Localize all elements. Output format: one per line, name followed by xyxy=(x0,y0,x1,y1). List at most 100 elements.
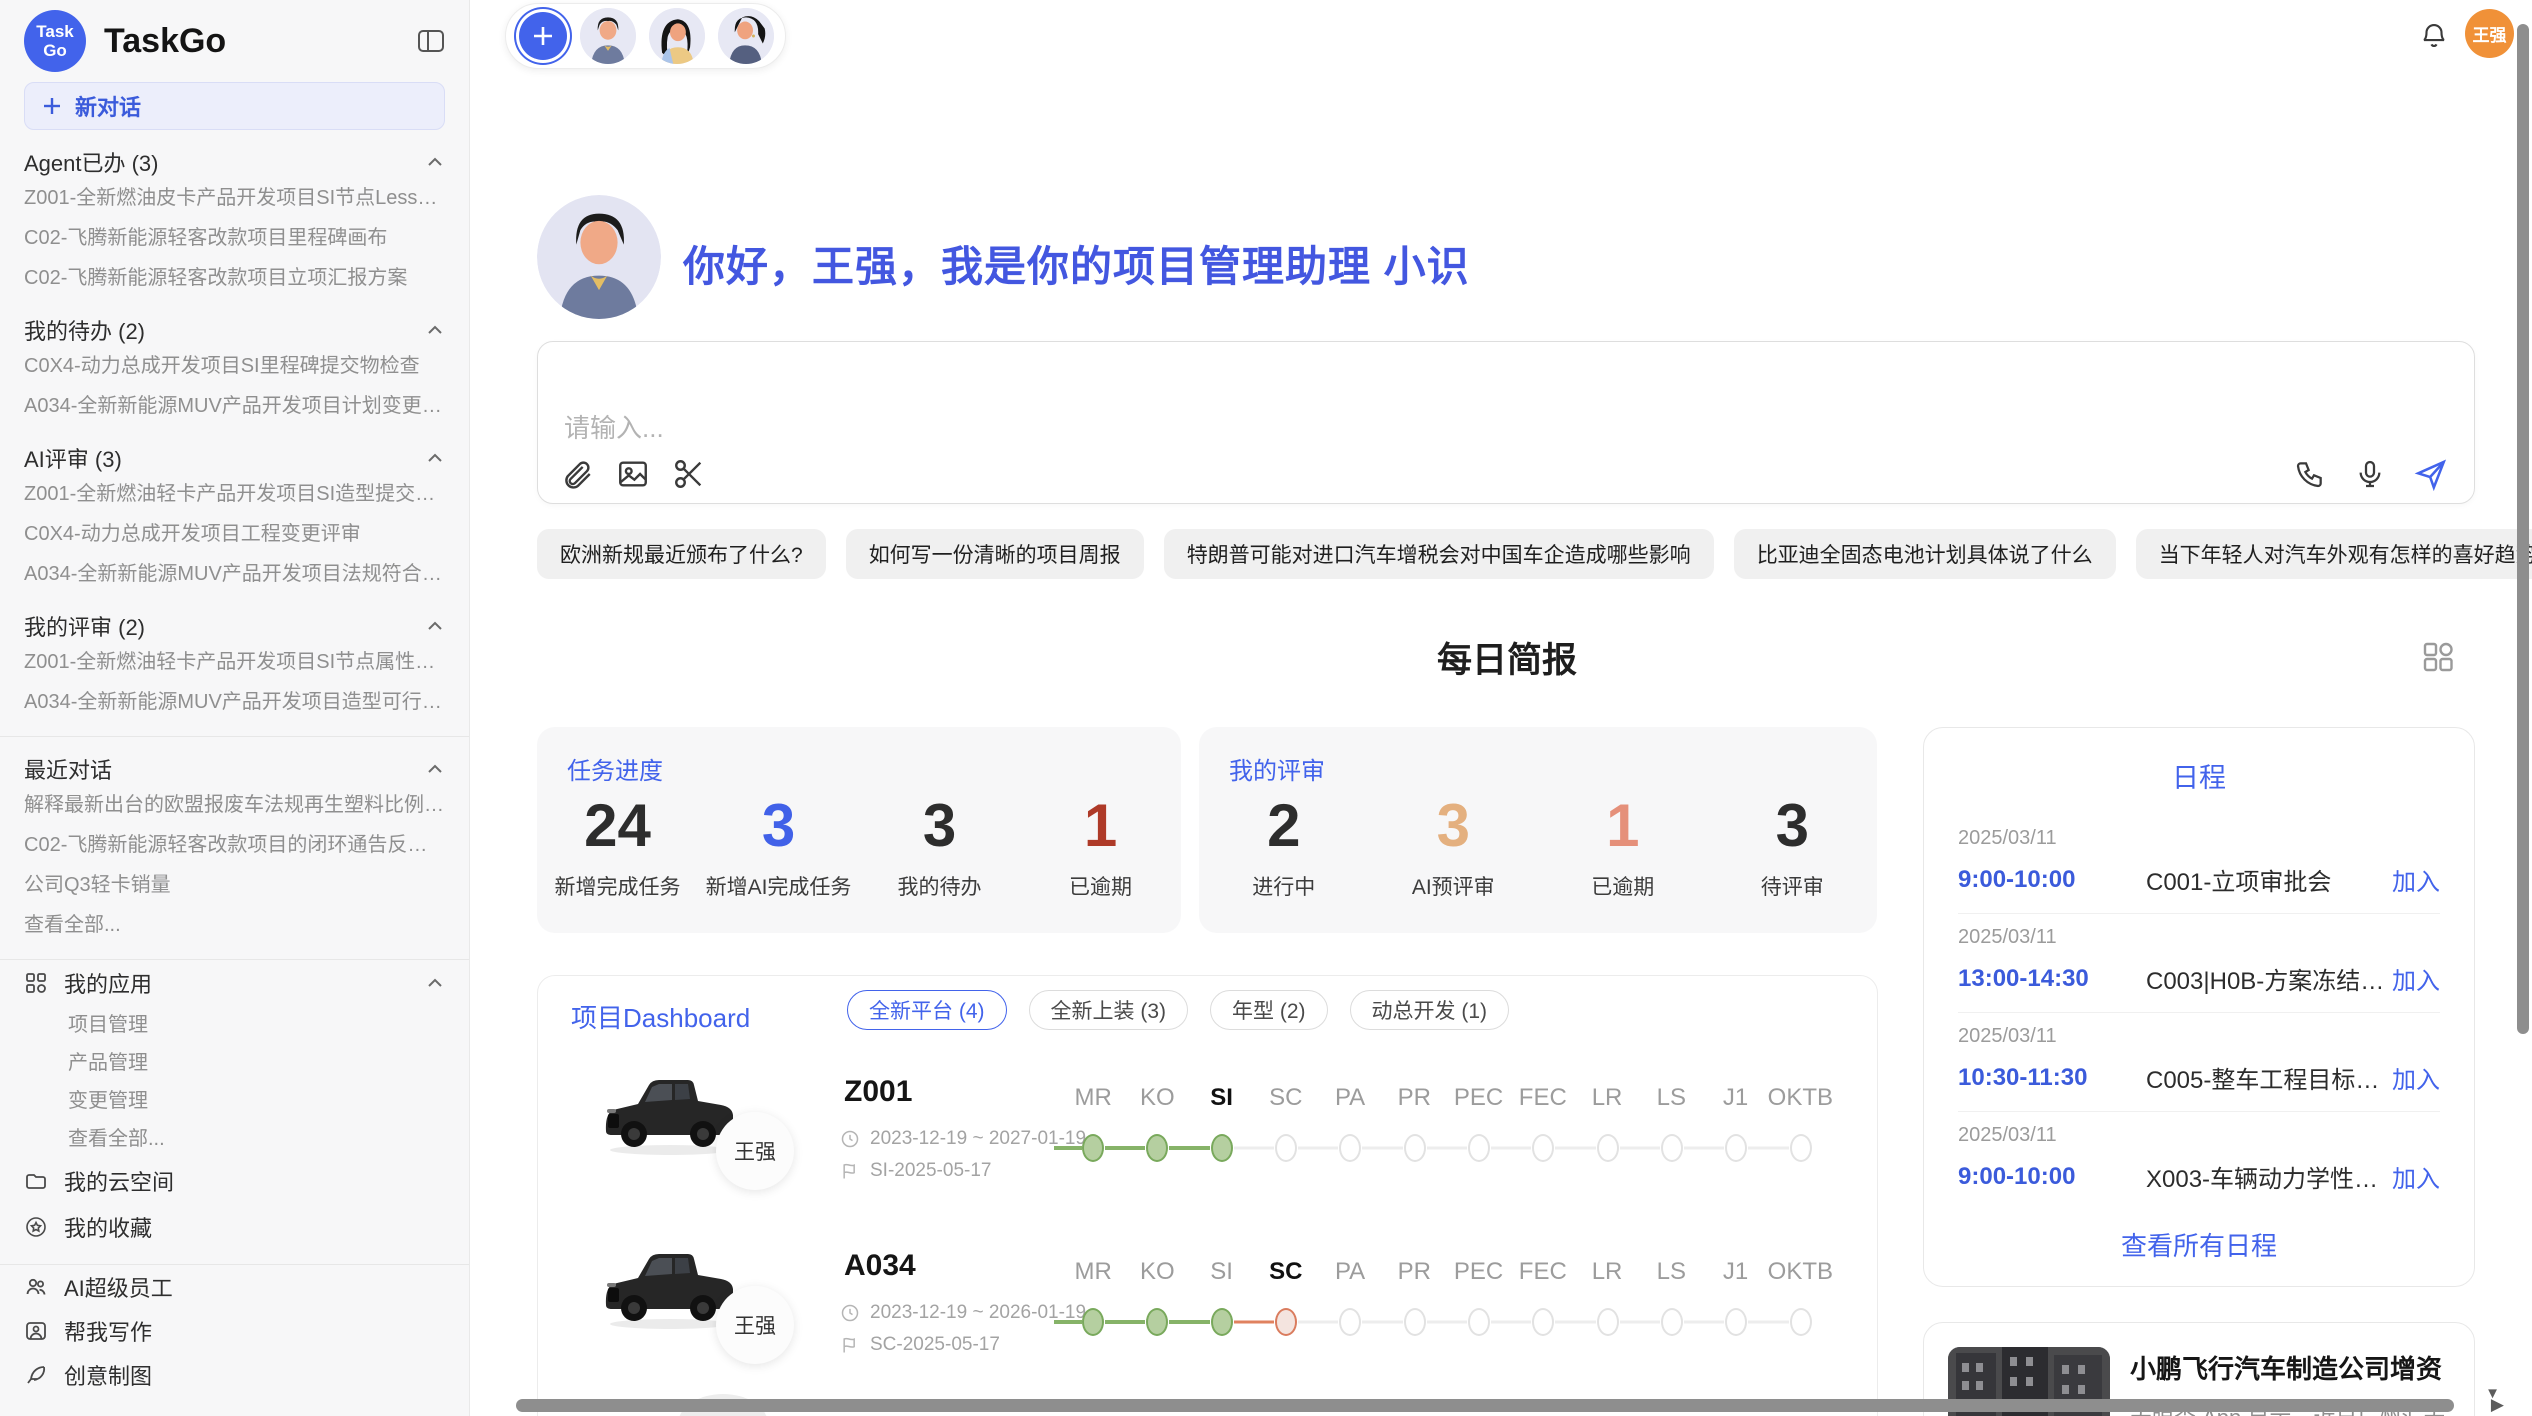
milestone-dot[interactable] xyxy=(1725,1134,1747,1162)
sidebar-app-subitem[interactable]: 产品管理 xyxy=(24,1044,445,1082)
milestone-dot[interactable] xyxy=(1146,1308,1168,1336)
sidebar-item-ai-employee[interactable]: AI超级员工 xyxy=(24,1265,445,1309)
project-row[interactable]: 王强 Z001 2023-12-19 ~ 2027-01-19 SI-2025-… xyxy=(538,1072,1877,1244)
milestone-dot[interactable] xyxy=(1339,1308,1361,1336)
stat: 3新增AI完成任务 xyxy=(698,793,859,901)
agent-avatar-2[interactable] xyxy=(649,8,705,64)
project-row[interactable]: 王强 A034 2023-12-19 ~ 2026-01-19 SC-2025-… xyxy=(538,1246,1877,1416)
notification-bell-icon[interactable] xyxy=(2419,20,2449,50)
chevron-up-icon[interactable] xyxy=(425,759,445,779)
milestone-dot[interactable] xyxy=(1790,1134,1812,1162)
sidebar-item[interactable]: Z001-全新燃油轻卡产品开发项目SI造型提交物评审 xyxy=(24,474,445,514)
sidebar-item[interactable]: 解释最新出台的欧盟报废车法规再生塑料比例被调至15%... xyxy=(24,785,445,825)
sidebar-item-cloud-space[interactable]: 我的云空间 xyxy=(24,1158,445,1204)
sidebar-app-subitem[interactable]: 查看全部... xyxy=(24,1120,445,1158)
sidebar-item-favorites[interactable]: 我的收藏 xyxy=(24,1204,445,1250)
milestone-label: SC xyxy=(1254,1258,1318,1286)
sidebar-item[interactable]: C02-飞腾新能源轻客改款项目里程碑画布 xyxy=(24,218,445,258)
send-icon[interactable] xyxy=(2414,457,2448,491)
chat-composer[interactable]: 请输入... xyxy=(537,341,2475,504)
milestone-dot[interactable] xyxy=(1661,1134,1683,1162)
milestone-dot[interactable] xyxy=(1082,1308,1104,1336)
sidebar-item[interactable]: C02-飞腾新能源轻客改款项目立项汇报方案 xyxy=(24,258,445,298)
sidebar-item-my-apps[interactable]: 我的应用 xyxy=(24,960,445,1006)
sidebar-item[interactable]: Z001-全新燃油轻卡产品开发项目SI节点属性5D文件评审 xyxy=(24,642,445,682)
milestone-dot[interactable] xyxy=(1211,1134,1233,1162)
suggestion-chip[interactable]: 欧洲新规最近颁布了什么? xyxy=(537,529,826,579)
project-dashboard-card: 项目Dashboard 全新平台 (4)全新上装 (3)年型 (2)动总开发 (… xyxy=(537,975,1878,1416)
milestone-track: MRKOSISCPAPRPECFECLRLSJ1OKTB xyxy=(1061,1084,1833,1164)
sidebar-collapse-icon[interactable] xyxy=(415,25,447,57)
milestone-dot[interactable] xyxy=(1468,1308,1490,1336)
milestone-dot[interactable] xyxy=(1404,1308,1426,1336)
new-chat-button[interactable]: 新对话 xyxy=(24,82,445,130)
sidebar-app-subitem[interactable]: 项目管理 xyxy=(24,1006,445,1044)
milestone-dot[interactable] xyxy=(1404,1134,1426,1162)
suggestion-chip[interactable]: 如何写一份清晰的项目周报 xyxy=(846,529,1144,579)
horizontal-scrollbar[interactable] xyxy=(516,1399,2454,1412)
image-icon[interactable] xyxy=(616,457,650,491)
suggestion-chip[interactable]: 当下年轻人对汽车外观有怎样的喜好趋势 xyxy=(2136,529,2532,579)
sidebar-item[interactable]: 查看全部... xyxy=(24,905,445,945)
dashboard-tab[interactable]: 年型 (2) xyxy=(1210,990,1328,1030)
my-reviews-title: 我的评审 xyxy=(1229,751,1325,786)
milestone-dot[interactable] xyxy=(1468,1134,1490,1162)
milestone-dot[interactable] xyxy=(1082,1134,1104,1162)
view-all-schedule-link[interactable]: 查看所有日程 xyxy=(1924,1226,2474,1263)
milestone-dot[interactable] xyxy=(1597,1308,1619,1336)
user-avatar[interactable]: 王强 xyxy=(2465,9,2514,58)
sidebar-item[interactable]: C0X4-动力总成开发项目工程变更评审 xyxy=(24,514,445,554)
paperclip-icon[interactable] xyxy=(560,457,594,491)
sidebar-item[interactable]: A034-全新新能源MUV产品开发项目法规符合性评审 xyxy=(24,554,445,594)
sidebar-item[interactable]: A034-全新新能源MUV产品开发项目造型可行性评审 xyxy=(24,682,445,722)
sidebar-item[interactable]: C02-飞腾新能源轻客改款项目的闭环通告反馈情况 xyxy=(24,825,445,865)
layout-grid-icon[interactable] xyxy=(2421,640,2455,674)
sidebar-item[interactable]: A034-全新新能源MUV产品开发项目计划变更表编写 xyxy=(24,386,445,426)
chevron-up-icon[interactable] xyxy=(425,973,445,993)
dashboard-tab[interactable]: 全新上装 (3) xyxy=(1029,990,1189,1030)
sidebar-item[interactable]: C0X4-动力总成开发项目SI里程碑提交物检查 xyxy=(24,346,445,386)
chevron-up-icon[interactable] xyxy=(425,320,445,340)
sidebar-item-help-write[interactable]: 帮我写作 xyxy=(24,1309,445,1353)
milestone-dot[interactable] xyxy=(1532,1308,1554,1336)
add-agent-button[interactable] xyxy=(519,12,567,60)
milestone-label: PR xyxy=(1382,1258,1446,1286)
sidebar-item[interactable]: Z001-全新燃油皮卡产品开发项目SI节点Lesson Learn报告 xyxy=(24,178,445,218)
vertical-scrollbar[interactable] xyxy=(2517,24,2529,1034)
milestone-dot[interactable] xyxy=(1275,1134,1297,1162)
agent-avatar-3[interactable] xyxy=(718,8,774,64)
join-link[interactable]: 加入 xyxy=(2392,1159,2440,1194)
phone-icon[interactable] xyxy=(2294,458,2326,490)
chevron-up-icon[interactable] xyxy=(425,448,445,468)
join-link[interactable]: 加入 xyxy=(2392,1060,2440,1095)
join-link[interactable]: 加入 xyxy=(2392,961,2440,996)
milestone-dot[interactable] xyxy=(1725,1308,1747,1336)
suggestion-chip[interactable]: 特朗普可能对进口汽车增税会对中国车企造成哪些影响 xyxy=(1164,529,1714,579)
milestone-cell xyxy=(1704,1132,1768,1164)
milestone-dot[interactable] xyxy=(1597,1134,1619,1162)
milestone-label: FEC xyxy=(1511,1084,1575,1112)
milestone-dot[interactable] xyxy=(1275,1308,1297,1336)
milestone-dot[interactable] xyxy=(1661,1308,1683,1336)
milestone-dot[interactable] xyxy=(1532,1134,1554,1162)
agent-avatar-1[interactable] xyxy=(580,8,636,64)
suggestion-chip[interactable]: 比亚迪全固态电池计划具体说了什么 xyxy=(1734,529,2116,579)
scissors-icon[interactable] xyxy=(672,457,706,491)
dashboard-tab[interactable]: 动总开发 (1) xyxy=(1350,990,1510,1030)
chevron-up-icon[interactable] xyxy=(425,616,445,636)
milestone-dot[interactable] xyxy=(1211,1308,1233,1336)
sidebar-item-creative-draw[interactable]: 创意制图 xyxy=(24,1353,445,1397)
milestone-dot[interactable] xyxy=(1790,1308,1812,1336)
scroll-down-arrow[interactable]: ▼ xyxy=(2485,1385,2500,1402)
milestone-dot[interactable] xyxy=(1339,1134,1361,1162)
join-link[interactable]: 加入 xyxy=(2392,862,2440,897)
daily-briefing-title: 每日简报 xyxy=(537,632,2477,683)
chevron-up-icon[interactable] xyxy=(425,152,445,172)
milestone-label: MR xyxy=(1061,1258,1125,1286)
dashboard-tabs: 全新平台 (4) 全新上装 (3) 年型 (2) 动总开发 (1) xyxy=(847,990,1509,1030)
sidebar-item[interactable]: 公司Q3轻卡销量 xyxy=(24,865,445,905)
sidebar-app-subitem[interactable]: 变更管理 xyxy=(24,1082,445,1120)
milestone-dot[interactable] xyxy=(1146,1134,1168,1162)
mic-icon[interactable] xyxy=(2354,458,2386,490)
dashboard-tab[interactable]: 全新平台 (4) xyxy=(847,990,1007,1030)
